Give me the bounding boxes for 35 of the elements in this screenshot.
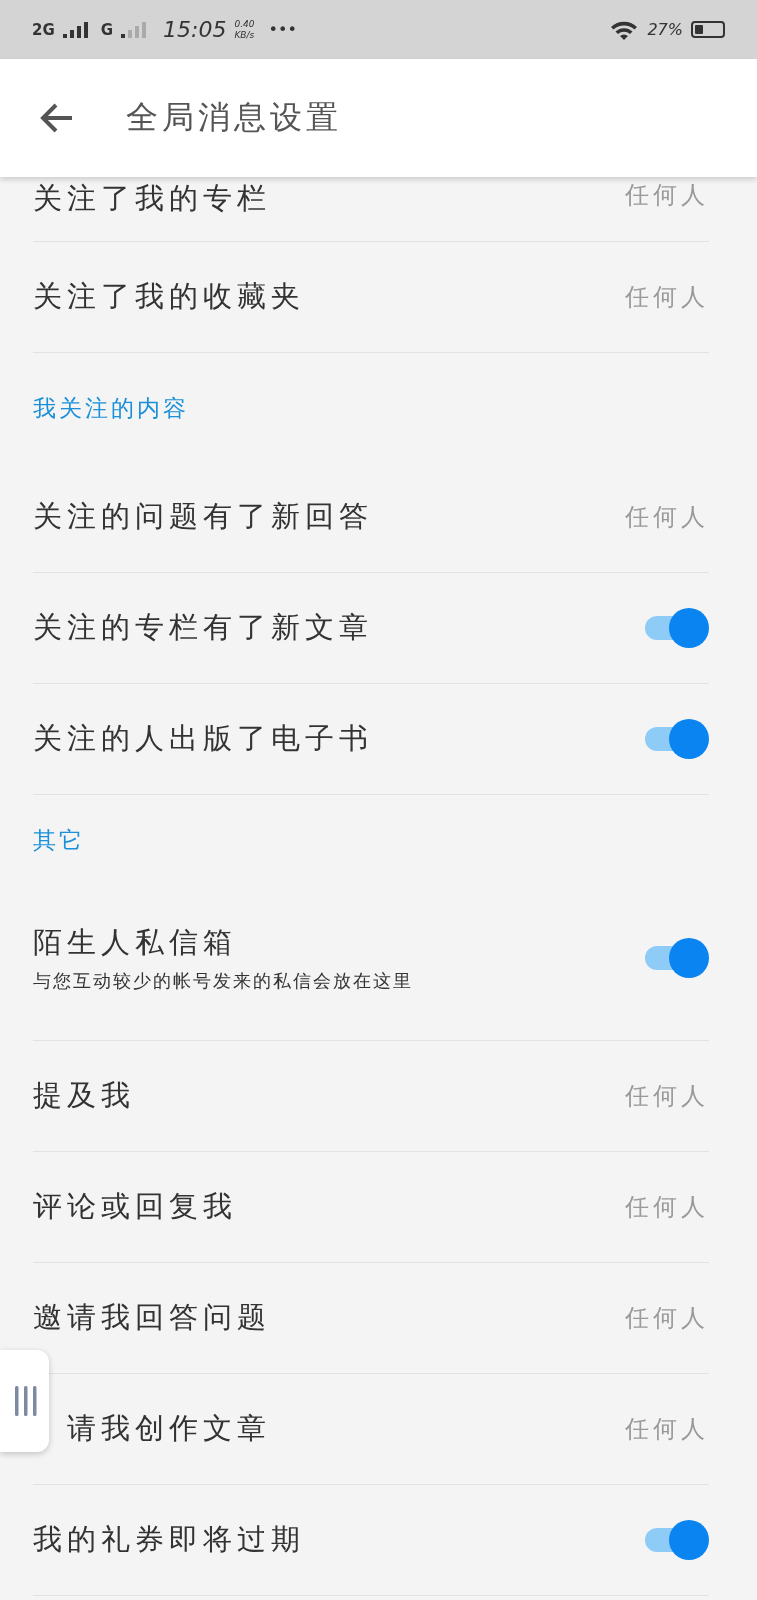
option-value: 任何人 <box>625 1414 709 1445</box>
battery-percent: 27% <box>647 20 683 39</box>
setting-label: 陌生人私信箱 <box>33 924 238 961</box>
setting-label: 关注了我的专栏 <box>33 180 272 217</box>
setting-label: 请我创作文章 <box>67 1410 272 1447</box>
option-value: 任何人 <box>625 1192 709 1223</box>
option-value: 任何人 <box>625 1081 709 1112</box>
network-speed: 0.40 <box>234 18 255 30</box>
section-title: 我关注的内容 <box>33 394 190 423</box>
section-title: 其它 <box>33 826 86 855</box>
setting-label: 评论或回复我 <box>33 1188 238 1225</box>
floating-handle[interactable] <box>0 1350 49 1452</box>
toggle-switch[interactable] <box>645 608 709 648</box>
setting-label: 关注的专栏有了新文章 <box>33 609 374 646</box>
signal-2g: 2G <box>32 20 55 39</box>
more-notifications: ••• <box>268 20 297 39</box>
speed-unit: KB/s <box>234 29 255 41</box>
toggle-switch[interactable] <box>645 938 709 978</box>
toggle-switch[interactable] <box>645 1520 709 1560</box>
setting-label: 关注的问题有了新回答 <box>33 498 374 535</box>
option-value: 任何人 <box>625 282 709 313</box>
setting-label: 关注的人出版了电子书 <box>33 720 374 757</box>
setting-label: 我的礼券即将过期 <box>33 1521 306 1558</box>
setting-description: 与您互动较少的帐号发来的私信会放在这里 <box>33 969 414 993</box>
option-value: 任何人 <box>625 180 709 211</box>
option-value: 任何人 <box>625 502 709 533</box>
option-value: 任何人 <box>625 1303 709 1334</box>
toggle-switch[interactable] <box>645 719 709 759</box>
setting-label: 邀请我回答问题 <box>33 1299 272 1336</box>
setting-label: 关注了我的收藏夹 <box>33 278 306 315</box>
page-title: 全局消息设置 <box>126 97 342 138</box>
setting-label: 提及我 <box>33 1077 136 1114</box>
signal-g: G <box>100 20 114 39</box>
clock-time: 15:05 <box>163 17 227 42</box>
battery-icon <box>691 21 725 38</box>
